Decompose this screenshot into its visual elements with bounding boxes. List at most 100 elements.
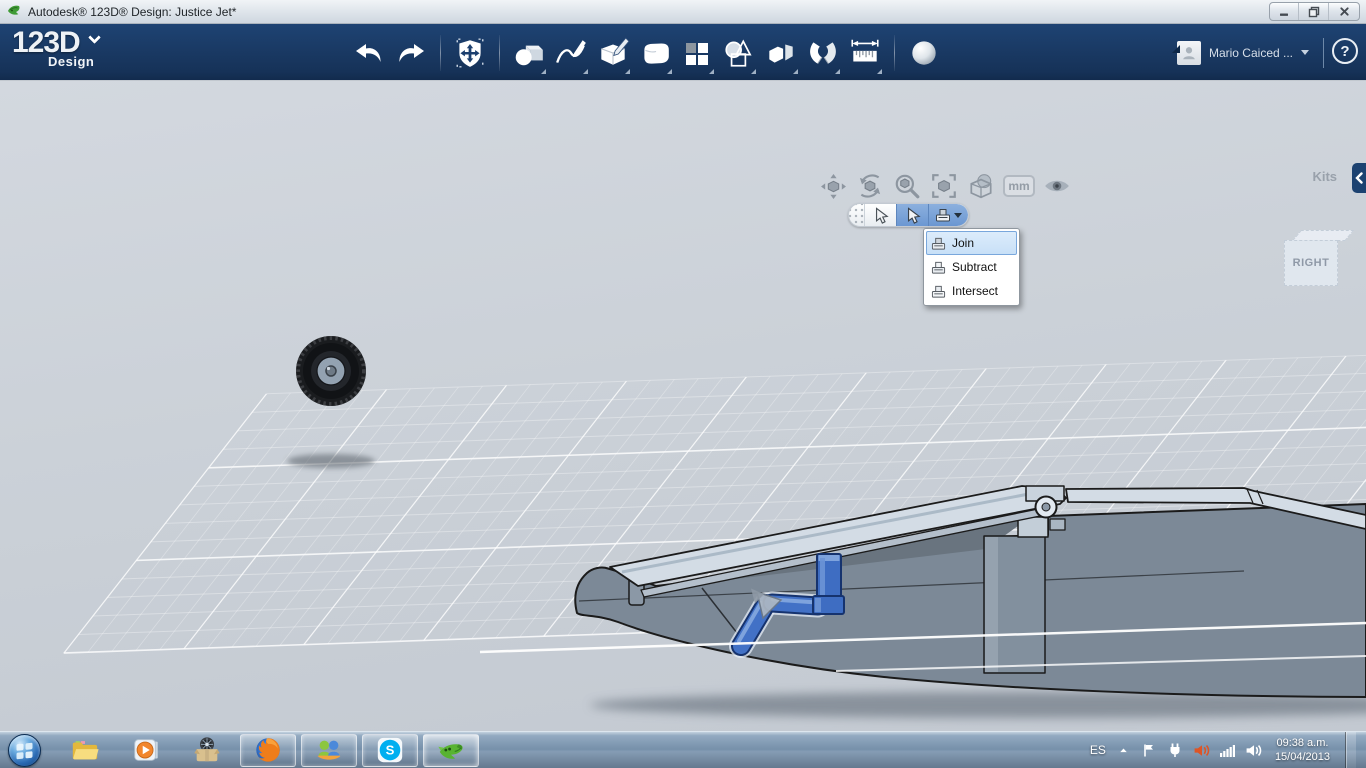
panel-collapse-button[interactable] xyxy=(1352,163,1366,193)
smooth-icon xyxy=(644,43,669,64)
taskbar-app-supply-box[interactable] xyxy=(179,734,235,767)
language-indicator[interactable]: ES xyxy=(1090,743,1106,757)
help-icon: ? xyxy=(1340,42,1350,60)
zoom-icon xyxy=(895,174,920,199)
view-navigation-bar: mm xyxy=(818,171,1072,201)
clock-date: 15/04/2013 xyxy=(1274,751,1330,763)
restore-button[interactable] xyxy=(1300,3,1329,20)
split-button[interactable] xyxy=(760,29,802,77)
smooth-button[interactable] xyxy=(634,29,676,77)
help-button[interactable]: ? xyxy=(1332,38,1358,64)
measure-button[interactable] xyxy=(844,29,886,77)
fit-view-button[interactable] xyxy=(929,171,959,201)
split-icon xyxy=(769,44,793,63)
restore-icon xyxy=(1308,6,1320,17)
show-desktop-button[interactable] xyxy=(1345,732,1356,768)
window-controls xyxy=(1269,2,1360,21)
volume-mixer-icon xyxy=(1194,744,1210,756)
combine-operation-icon xyxy=(936,209,950,222)
cursor-icon xyxy=(907,206,921,224)
taskbar-app-explorer[interactable] xyxy=(57,734,113,767)
jet-model[interactable] xyxy=(574,485,1366,698)
context-toolbar xyxy=(848,203,969,227)
sketch-button[interactable] xyxy=(550,29,592,77)
visibility-button[interactable] xyxy=(1042,171,1072,201)
menu-item-intersect[interactable]: Intersect xyxy=(926,279,1017,303)
taskbar-app-media-player[interactable] xyxy=(118,734,174,767)
view-cube-front-face[interactable]: RIGHT xyxy=(1284,240,1338,286)
volume-mixer-button[interactable] xyxy=(1193,742,1210,759)
toolbar-tools xyxy=(348,28,945,78)
media-player-icon xyxy=(134,739,158,761)
minimize-button[interactable] xyxy=(1270,3,1299,20)
power-button[interactable] xyxy=(1167,742,1184,759)
logo-subtext: Design xyxy=(48,54,95,69)
taskbar-app-skype[interactable]: S xyxy=(362,733,418,767)
speaker-icon xyxy=(1246,744,1262,756)
modify-button[interactable] xyxy=(592,29,634,77)
primitives-button[interactable] xyxy=(508,29,550,77)
close-button[interactable] xyxy=(1330,3,1359,20)
drag-grip[interactable] xyxy=(849,204,864,226)
chevron-left-icon xyxy=(1355,172,1363,184)
system-tray: ES 09:38 a.m. 15/04/2013 xyxy=(1090,732,1356,768)
app-menu-button[interactable]: 123D Design xyxy=(12,28,101,69)
minimize-icon xyxy=(1280,13,1288,16)
units-button[interactable]: mm xyxy=(1003,175,1035,197)
taskbar-clock[interactable]: 09:38 a.m. 15/04/2013 xyxy=(1275,736,1330,764)
zoom-button[interactable] xyxy=(892,171,922,201)
menu-item-subtract[interactable]: Subtract xyxy=(926,255,1017,279)
undo-button[interactable] xyxy=(348,29,390,77)
orbit-button[interactable] xyxy=(855,171,885,201)
material-icon xyxy=(912,41,936,65)
pan-button[interactable] xyxy=(818,171,848,201)
menu-item-join[interactable]: Join xyxy=(926,231,1017,255)
start-button[interactable] xyxy=(8,733,41,767)
dropdown-caret xyxy=(793,69,798,74)
join-icon xyxy=(931,237,946,250)
material-button[interactable] xyxy=(903,29,945,77)
wheel-model[interactable] xyxy=(296,336,366,406)
123d-design-icon xyxy=(438,744,463,759)
explorer-folder-icon xyxy=(72,741,99,760)
window-title-bar: Autodesk® 123D® Design: Justice Jet* xyxy=(0,0,1366,24)
chevron-down-icon xyxy=(1301,50,1309,55)
shading-button[interactable] xyxy=(966,171,996,201)
redo-button[interactable] xyxy=(390,29,432,77)
transform-move-button[interactable] xyxy=(449,29,491,77)
user-icon xyxy=(1183,46,1195,59)
windows-flag-icon xyxy=(16,742,33,759)
menu-item-label: Intersect xyxy=(952,284,999,298)
kits-panel-label: Kits xyxy=(1312,169,1337,184)
menu-item-label: Join xyxy=(952,236,975,250)
dropdown-caret xyxy=(751,69,756,74)
combine-operation-dropdown[interactable] xyxy=(928,204,968,226)
viewport-scene[interactable] xyxy=(0,81,1366,731)
taskbar-app-messenger[interactable] xyxy=(301,733,357,767)
viewport[interactable]: mm Join Subtract Intersect Kits RIGHT xyxy=(0,81,1366,731)
menu-item-label: Subtract xyxy=(952,260,997,274)
orbit-icon xyxy=(859,174,881,198)
fit-view-icon xyxy=(932,174,956,198)
cursor-icon xyxy=(875,206,889,224)
firefox-icon xyxy=(256,738,280,762)
view-cube[interactable]: RIGHT xyxy=(1284,230,1355,286)
snap-icon xyxy=(810,42,836,64)
flag-icon xyxy=(1144,744,1154,757)
undo-icon xyxy=(356,44,381,62)
primitives-icon xyxy=(515,45,543,66)
speaker-button[interactable] xyxy=(1245,742,1262,759)
taskbar-app-firefox[interactable] xyxy=(240,733,296,767)
snap-button[interactable] xyxy=(802,29,844,77)
select-button-active[interactable] xyxy=(896,204,928,226)
combine-button[interactable] xyxy=(718,29,760,77)
taskbar-app-123d-design[interactable] xyxy=(423,733,479,767)
shading-icon xyxy=(970,174,992,199)
account-menu[interactable]: Mario Caiced ... xyxy=(1176,24,1324,81)
hidden-icons-button[interactable] xyxy=(1115,742,1132,759)
select-button[interactable] xyxy=(864,204,896,226)
network-button[interactable] xyxy=(1219,742,1236,759)
pattern-button[interactable] xyxy=(676,29,718,77)
action-center-button[interactable] xyxy=(1141,742,1158,759)
redo-icon xyxy=(399,44,424,62)
